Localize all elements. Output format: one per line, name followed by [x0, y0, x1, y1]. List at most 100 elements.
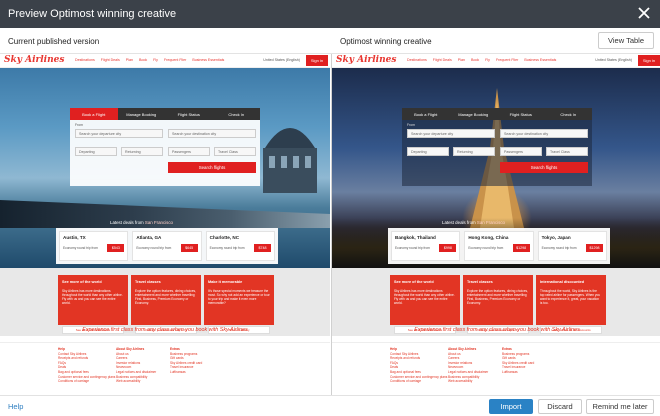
tagline: Experience first class from any class wh…: [82, 327, 248, 333]
region-selector[interactable]: United States (English): [595, 58, 632, 62]
site-header: Sky Airlines Destinations Flight Deals P…: [0, 54, 330, 68]
nav-book[interactable]: Book: [139, 58, 147, 62]
tab-check-in[interactable]: Check In: [545, 108, 593, 120]
tab-check-in[interactable]: Check In: [213, 108, 261, 120]
tab-book-a-flight[interactable]: Book a Flight: [70, 108, 118, 120]
nav-flight-deals[interactable]: Flight Deals: [433, 58, 452, 62]
promo-title: Travel classes: [135, 280, 161, 284]
deal-price[interactable]: $1298: [585, 244, 603, 252]
travel-class-select[interactable]: Travel Class: [546, 147, 588, 156]
returning-date-input[interactable]: Returning: [121, 147, 163, 156]
tab-manage-booking[interactable]: Manage Booking: [450, 108, 498, 120]
departing-date-input[interactable]: Departing: [75, 147, 117, 156]
deals-city-link[interactable]: San Francisco: [145, 220, 173, 225]
deal-card[interactable]: Atlanta, GA Economy round trip from $645: [132, 231, 202, 261]
nav-business-essentials[interactable]: Business Essentials: [192, 58, 224, 62]
sign-in-button[interactable]: Sign in: [638, 55, 660, 66]
deal-price[interactable]: $998: [439, 244, 457, 252]
nav-fly[interactable]: Fly: [485, 58, 490, 62]
footer-link[interactable]: Legal notices and disclaimer: [116, 370, 156, 375]
site-footer: Help Contact Sky Airlines Receipts and r…: [332, 342, 660, 395]
promo-text: Explore the option features, dining choi…: [135, 289, 196, 305]
promo-card: Make it memorable It's those special mome…: [204, 275, 274, 334]
nav-destinations[interactable]: Destinations: [75, 58, 95, 62]
remind-me-later-button[interactable]: Remind me later: [586, 399, 654, 414]
promo-text: Sky Airlines has more destinations throu…: [62, 289, 123, 305]
sky-airlines-logo[interactable]: Sky Airlines: [4, 55, 64, 65]
footer-link[interactable]: Lufthansas: [170, 370, 202, 375]
current-version-preview[interactable]: Sky Airlines Destinations Flight Deals P…: [0, 54, 330, 395]
sky-airlines-logo[interactable]: Sky Airlines: [336, 55, 396, 65]
promo-card: Travel classes Explore the option feature…: [463, 275, 533, 334]
deal-price[interactable]: $645: [180, 244, 198, 252]
footer-col-about: About Sky Airlines About us Careers Inve…: [448, 347, 488, 384]
promo-text: Throughout the world, Sky Airlines is th…: [540, 289, 601, 305]
returning-date-input[interactable]: Returning: [453, 147, 495, 156]
discard-button[interactable]: Discard: [538, 399, 582, 414]
passengers-select[interactable]: Passengers: [500, 147, 542, 156]
footer-col-help: Help Contact Sky Airlines Receipts and r…: [390, 347, 447, 384]
deal-card[interactable]: Hong Kong, China Economy round trip from $…: [464, 231, 534, 261]
help-link[interactable]: Help: [8, 402, 23, 411]
import-button[interactable]: Import: [489, 399, 533, 414]
departure-city-input[interactable]: Search your departure city: [75, 129, 163, 138]
deal-card[interactable]: Tokyo, Japan Economy round trip from $1298: [537, 231, 607, 261]
footer-link[interactable]: Conditions of carriage: [58, 379, 115, 384]
tab-flight-status[interactable]: Flight Status: [165, 108, 213, 120]
passengers-select[interactable]: Passengers: [168, 147, 210, 156]
deal-fare-label: Economy round trip from: [209, 246, 245, 250]
deal-price[interactable]: $1298: [512, 244, 530, 252]
departure-city-input[interactable]: Search your departure city: [407, 129, 495, 138]
search-flights-button[interactable]: Search flights: [168, 162, 256, 173]
destination-city-input[interactable]: Search your destination city: [500, 129, 588, 138]
nav-plan[interactable]: Plan: [126, 58, 133, 62]
current-version-label: Current published version: [8, 37, 100, 46]
deal-card[interactable]: Bangkok, Thailand Economy round trip from…: [391, 231, 461, 261]
search-flights-button[interactable]: Search flights: [500, 162, 588, 173]
deal-city: Atlanta, GA: [136, 235, 162, 240]
footer-link[interactable]: Web accessibility: [448, 379, 488, 384]
dialog-titlebar: Preview Optimost winning creative: [0, 0, 660, 28]
sign-in-button[interactable]: Sign in: [306, 55, 328, 66]
deal-price[interactable]: $543: [107, 244, 125, 252]
deal-city: Hong Kong, China: [468, 235, 509, 240]
footer-link[interactable]: Legal notices and disclaimer: [448, 370, 488, 375]
nav-book[interactable]: Book: [471, 58, 479, 62]
pavilion-dome-image: [263, 128, 317, 193]
nav-frequent-flier[interactable]: Frequent Flier: [496, 58, 518, 62]
deals-city-link[interactable]: San Francisco: [477, 220, 505, 225]
winning-creative-preview[interactable]: Sky Airlines Destinations Flight Deals P…: [332, 54, 660, 395]
nav-business-essentials[interactable]: Business Essentials: [524, 58, 556, 62]
promo-title: See more of the world: [62, 280, 102, 284]
deal-card[interactable]: Austin, TX Economy round trip from $543: [59, 231, 129, 261]
tab-book-a-flight[interactable]: Book a Flight: [402, 108, 450, 120]
destination-city-input[interactable]: Search your destination city: [168, 129, 256, 138]
deals-heading-text: Latest deals from: [442, 220, 476, 225]
footer-col-help: Help Contact Sky Airlines Receipts and r…: [58, 347, 115, 384]
deal-card[interactable]: Charlotte, NC Economy round trip from $748: [205, 231, 275, 261]
promo-text: Sky Airlines has more destinations throu…: [394, 289, 455, 305]
deal-fare-label: Economy round trip from: [541, 246, 577, 250]
footer-link[interactable]: Web accessibility: [116, 379, 156, 384]
from-label: From: [407, 123, 415, 127]
footer-link[interactable]: Conditions of carriage: [390, 379, 447, 384]
footer-link[interactable]: Lufthansas: [502, 370, 534, 375]
tab-manage-booking[interactable]: Manage Booking: [118, 108, 166, 120]
promo-title: Travel classes: [467, 280, 493, 284]
nav-frequent-flier[interactable]: Frequent Flier: [164, 58, 186, 62]
close-icon[interactable]: [636, 5, 652, 21]
travel-class-select[interactable]: Travel Class: [214, 147, 256, 156]
region-selector[interactable]: United States (English): [263, 58, 300, 62]
tab-flight-status[interactable]: Flight Status: [497, 108, 545, 120]
promo-title: International discounted: [540, 280, 585, 284]
nav-fly[interactable]: Fly: [153, 58, 158, 62]
deal-price[interactable]: $748: [253, 244, 271, 252]
deal-city: Tokyo, Japan: [541, 235, 571, 240]
nav-plan[interactable]: Plan: [458, 58, 465, 62]
deal-fare-label: Economy round trip from: [395, 246, 430, 250]
nav-flight-deals[interactable]: Flight Deals: [101, 58, 120, 62]
departing-date-input[interactable]: Departing: [407, 147, 449, 156]
deal-city: Charlotte, NC: [209, 235, 240, 240]
view-table-button[interactable]: View Table: [598, 32, 654, 49]
nav-destinations[interactable]: Destinations: [407, 58, 427, 62]
